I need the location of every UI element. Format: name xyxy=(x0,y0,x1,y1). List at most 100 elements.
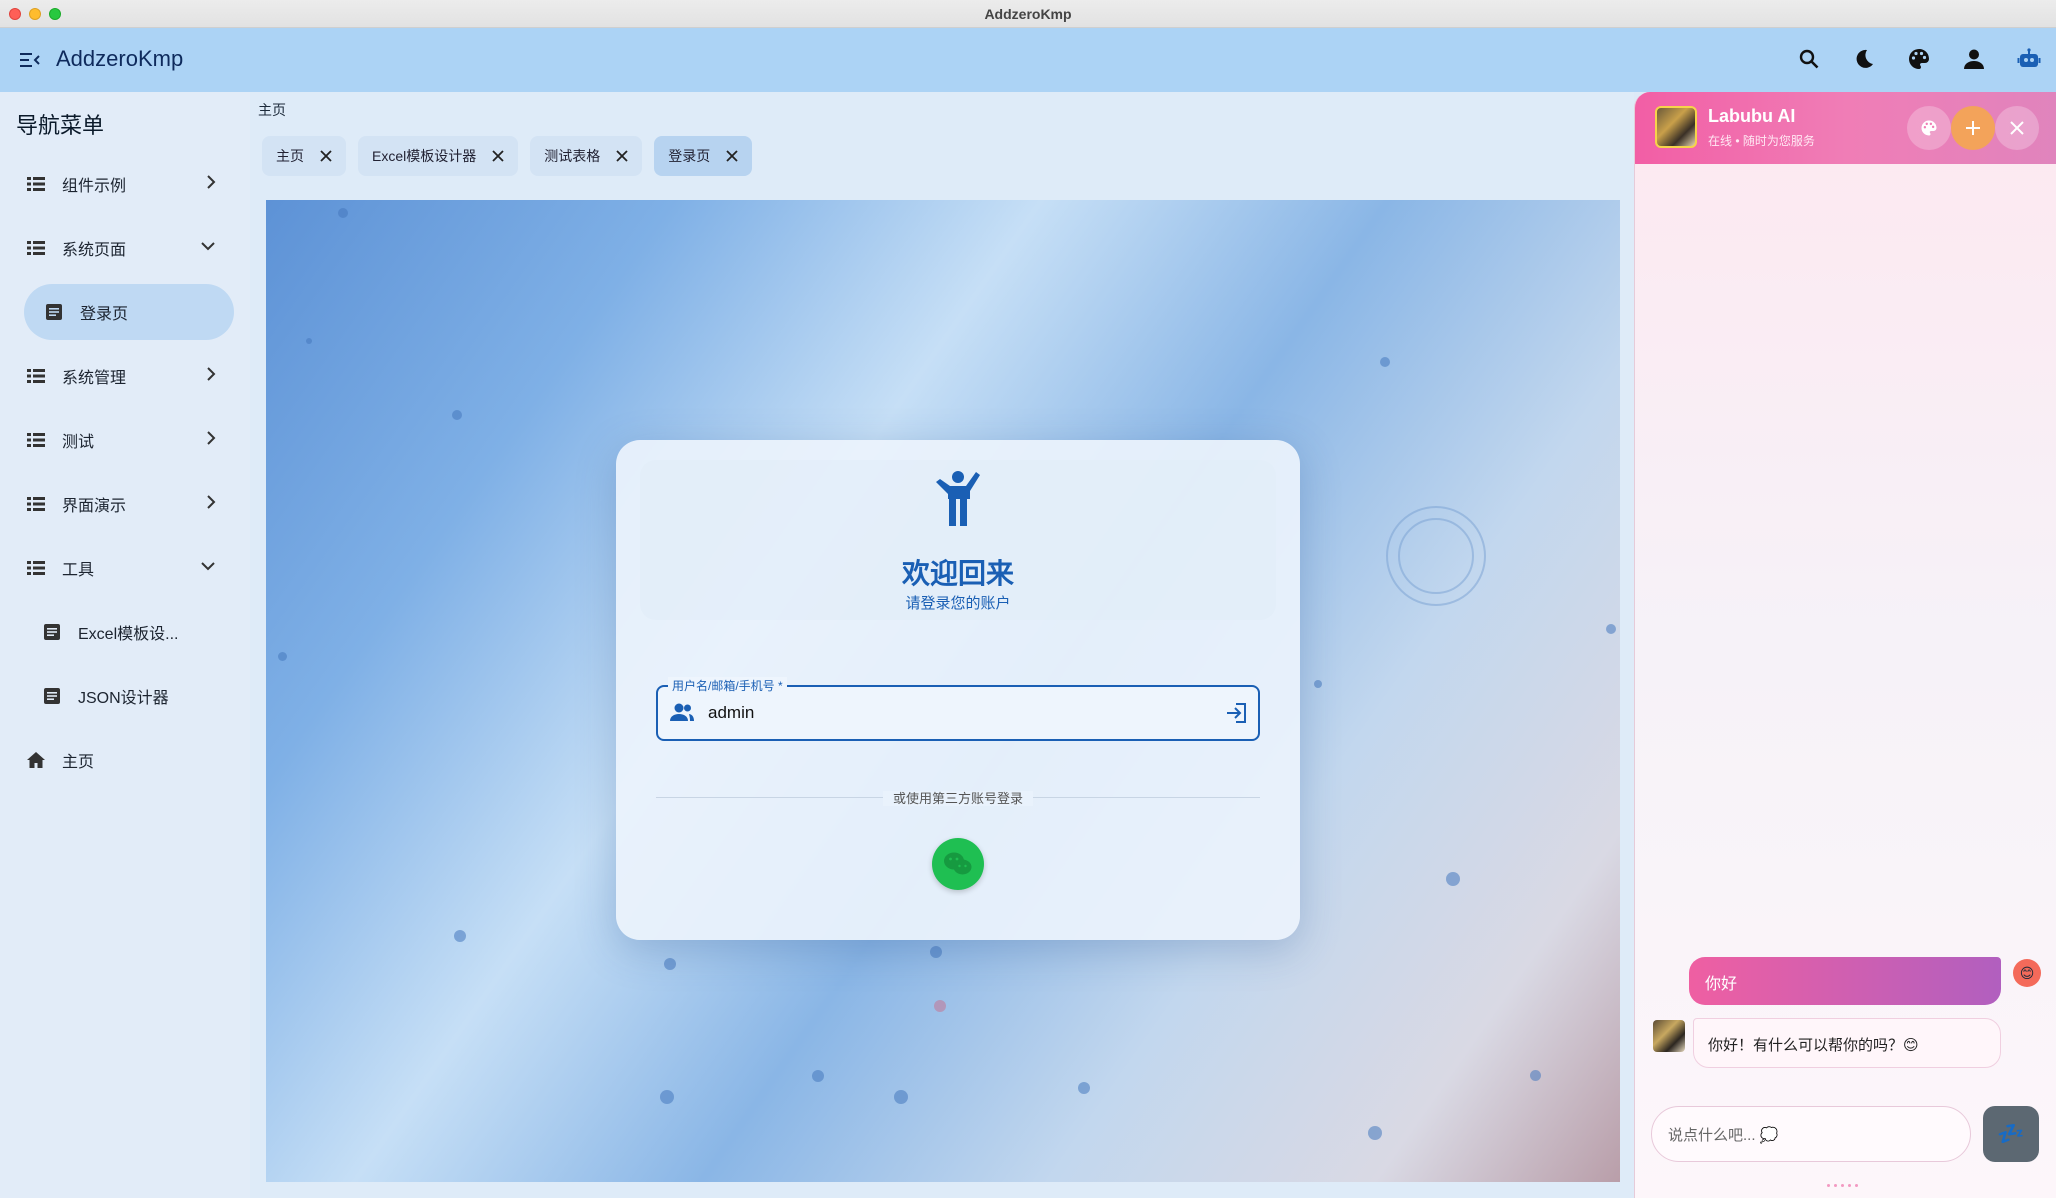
zoom-window-button[interactable] xyxy=(49,8,61,20)
chat-input-box[interactable] xyxy=(1651,1106,1971,1162)
user-message: 你好 xyxy=(1689,957,2001,1005)
tab-test-table[interactable]: 测试表格 xyxy=(530,136,643,176)
username-field[interactable]: 用户名/邮箱/手机号 * xyxy=(656,677,1260,741)
chat-bot-name: Labubu AI xyxy=(1708,106,1796,126)
window-titlebar: AddzeroKmp xyxy=(0,0,2056,28)
sidebar-item-json-designer[interactable]: JSON设计器 xyxy=(40,676,232,716)
list-icon xyxy=(24,497,48,511)
tab-label: 主页 xyxy=(276,148,304,164)
chat-theme-button[interactable] xyxy=(1907,106,1951,150)
decor-dot xyxy=(1368,1126,1382,1140)
send-button[interactable]: 💤 xyxy=(1983,1106,2039,1162)
sidebar-item-label: 系统页面 xyxy=(62,242,127,259)
document-icon xyxy=(42,304,66,320)
sidebar-item-home[interactable]: 主页 xyxy=(24,740,234,780)
window-title: AddzeroKmp xyxy=(984,5,1072,22)
sidebar-item-login-page[interactable]: 登录页 xyxy=(24,284,234,340)
login-background: 欢迎回来 请登录您的账户 用户名/邮箱/手机号 * 或使用第三方账号登录 xyxy=(266,200,1620,1182)
app-bar: AddzeroKmp xyxy=(0,28,2056,92)
sidebar-title: 导航菜单 xyxy=(16,113,105,138)
wechat-icon xyxy=(944,852,972,875)
sidebar: 导航菜单 组件示例 系统页面 登录页 系统管理 测试 界面演示 工具 Excel… xyxy=(0,92,250,1198)
sidebar-item-system-admin[interactable]: 系统管理 xyxy=(24,356,234,396)
robot-icon[interactable] xyxy=(2012,42,2046,76)
chat-input[interactable] xyxy=(1668,1124,1948,1146)
close-icon[interactable] xyxy=(320,150,332,162)
decor-dot xyxy=(306,338,312,344)
close-icon[interactable] xyxy=(616,150,628,162)
list-icon xyxy=(24,177,48,191)
people-icon xyxy=(670,702,694,727)
sidebar-item-tools[interactable]: 工具 xyxy=(24,548,234,588)
decor-dot xyxy=(1078,1082,1090,1094)
wechat-login-button[interactable] xyxy=(932,838,984,890)
decor-dot xyxy=(1446,872,1460,886)
tab-home[interactable]: 主页 xyxy=(262,136,346,176)
sidebar-item-system-pages[interactable]: 系统页面 xyxy=(24,228,234,268)
search-icon[interactable] xyxy=(1792,42,1826,76)
sidebar-item-label: 界面演示 xyxy=(62,498,127,515)
menu-toggle-icon[interactable] xyxy=(16,46,44,74)
ai-chat-panel: Labubu AI 在线 • 随时为您服务 你好 😊 你好！有什么可以帮你的吗？… xyxy=(1634,92,2056,1198)
close-icon xyxy=(2010,121,2024,135)
document-icon xyxy=(40,624,64,640)
palette-icon[interactable] xyxy=(1902,42,1936,76)
list-icon xyxy=(24,433,48,447)
dark-mode-icon[interactable] xyxy=(1847,42,1881,76)
login-icon[interactable] xyxy=(1226,702,1248,729)
app-name: AddzeroKmp xyxy=(56,46,184,71)
list-icon xyxy=(24,369,48,383)
decor-dot xyxy=(278,652,287,661)
home-icon xyxy=(24,752,48,768)
chat-close-button[interactable] xyxy=(1995,106,2039,150)
close-window-button[interactable] xyxy=(9,8,21,20)
tab-login-page[interactable]: 登录页 xyxy=(654,136,753,176)
decor-dot xyxy=(812,1070,824,1082)
document-icon xyxy=(40,688,64,704)
close-icon[interactable] xyxy=(492,150,504,162)
chevron-right-icon xyxy=(206,494,216,515)
chevron-right-icon xyxy=(206,430,216,451)
chat-new-button[interactable] xyxy=(1951,106,1995,150)
sidebar-item-label: 组件示例 xyxy=(62,178,127,195)
login-title: 欢迎回来 xyxy=(901,558,1014,589)
sidebar-item-label: 登录页 xyxy=(80,306,129,323)
tab-excel-designer[interactable]: Excel模板设计器 xyxy=(358,136,519,176)
minimize-window-button[interactable] xyxy=(29,8,41,20)
decor-dot xyxy=(894,1090,908,1104)
tab-bar: 主页 Excel模板设计器 测试表格 登录页 xyxy=(262,136,753,176)
chevron-right-icon xyxy=(206,174,216,195)
username-input[interactable] xyxy=(708,701,1188,725)
login-card: 欢迎回来 请登录您的账户 用户名/邮箱/手机号 * 或使用第三方账号登录 xyxy=(616,440,1300,940)
sidebar-item-label: Excel模板设... xyxy=(78,626,179,643)
decor-dot xyxy=(454,930,466,942)
bot-avatar xyxy=(1653,1020,1685,1052)
decor-dot xyxy=(1530,1070,1541,1081)
chat-bot-status: 在线 • 随时为您服务 xyxy=(1708,134,1815,148)
user-avatar: 😊 xyxy=(2013,959,2041,987)
sidebar-item-ui-demo[interactable]: 界面演示 xyxy=(24,484,234,524)
sidebar-item-test[interactable]: 测试 xyxy=(24,420,234,460)
account-icon[interactable] xyxy=(1957,42,1991,76)
waving-person-icon xyxy=(934,468,982,533)
decor-dot xyxy=(1380,357,1390,367)
close-icon[interactable] xyxy=(726,150,738,162)
sidebar-item-label: JSON设计器 xyxy=(78,690,169,707)
chevron-right-icon xyxy=(206,366,216,387)
decor-dot xyxy=(930,946,942,958)
decor-dot xyxy=(338,208,348,218)
decor-dot xyxy=(1314,680,1322,688)
list-icon xyxy=(24,241,48,255)
chat-header: Labubu AI 在线 • 随时为您服务 xyxy=(1635,92,2056,164)
tab-label: 登录页 xyxy=(668,148,711,164)
sidebar-item-excel-designer[interactable]: Excel模板设... xyxy=(40,612,232,652)
login-subtitle: 请登录您的账户 xyxy=(905,595,1011,612)
plus-icon xyxy=(1966,121,1980,135)
sidebar-item-components[interactable]: 组件示例 xyxy=(24,164,234,204)
chevron-down-icon xyxy=(200,558,216,576)
bot-message: 你好！有什么可以帮你的吗？😊 xyxy=(1693,1018,2001,1068)
ai-avatar xyxy=(1655,106,1697,148)
chevron-down-icon xyxy=(200,238,216,256)
decor-dot xyxy=(452,410,462,420)
decor-dot xyxy=(1606,624,1616,634)
